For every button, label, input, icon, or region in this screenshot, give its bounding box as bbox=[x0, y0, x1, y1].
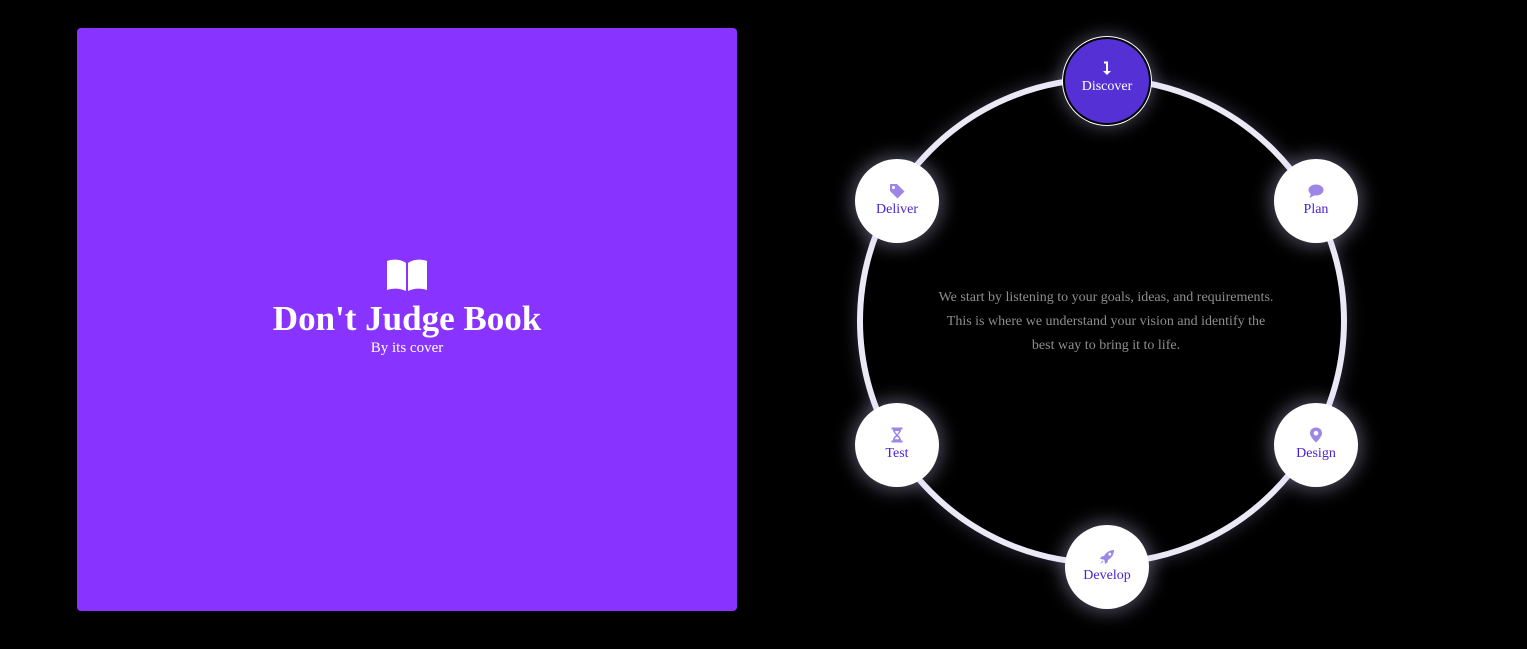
description-line: This is where we understand your vision … bbox=[946, 314, 1266, 329]
arrow-down-icon bbox=[1103, 61, 1111, 75]
map-pin-icon bbox=[1310, 427, 1322, 443]
open-book-icon bbox=[387, 259, 427, 291]
step-plan[interactable]: Plan bbox=[1274, 159, 1358, 243]
step-label: Develop bbox=[1083, 568, 1131, 583]
page: Don't Judge Book By its cover We start b… bbox=[0, 0, 1527, 649]
book-title: Don't Judge Book bbox=[272, 299, 542, 338]
step-discover[interactable]: Discover bbox=[1065, 39, 1149, 123]
step-label: Design bbox=[1296, 446, 1336, 461]
rocket-icon bbox=[1100, 550, 1114, 564]
step-description: We start by listening to your goals, ide… bbox=[922, 286, 1290, 358]
book-subtitle: By its cover bbox=[370, 340, 444, 356]
hourglass-icon bbox=[891, 427, 903, 443]
description-line: best way to bring it to life. bbox=[1031, 338, 1181, 353]
step-develop[interactable]: Develop bbox=[1065, 525, 1149, 609]
tag-icon bbox=[890, 184, 905, 199]
step-design[interactable]: Design bbox=[1274, 403, 1358, 487]
step-label: Plan bbox=[1303, 202, 1329, 217]
step-label: Test bbox=[885, 446, 909, 461]
step-test[interactable]: Test bbox=[855, 403, 939, 487]
step-label: Deliver bbox=[876, 202, 918, 217]
step-label: Discover bbox=[1081, 79, 1133, 94]
step-deliver[interactable]: Deliver bbox=[855, 159, 939, 243]
chat-bubble-icon bbox=[1308, 184, 1324, 198]
description-line: We start by listening to your goals, ide… bbox=[938, 290, 1274, 305]
